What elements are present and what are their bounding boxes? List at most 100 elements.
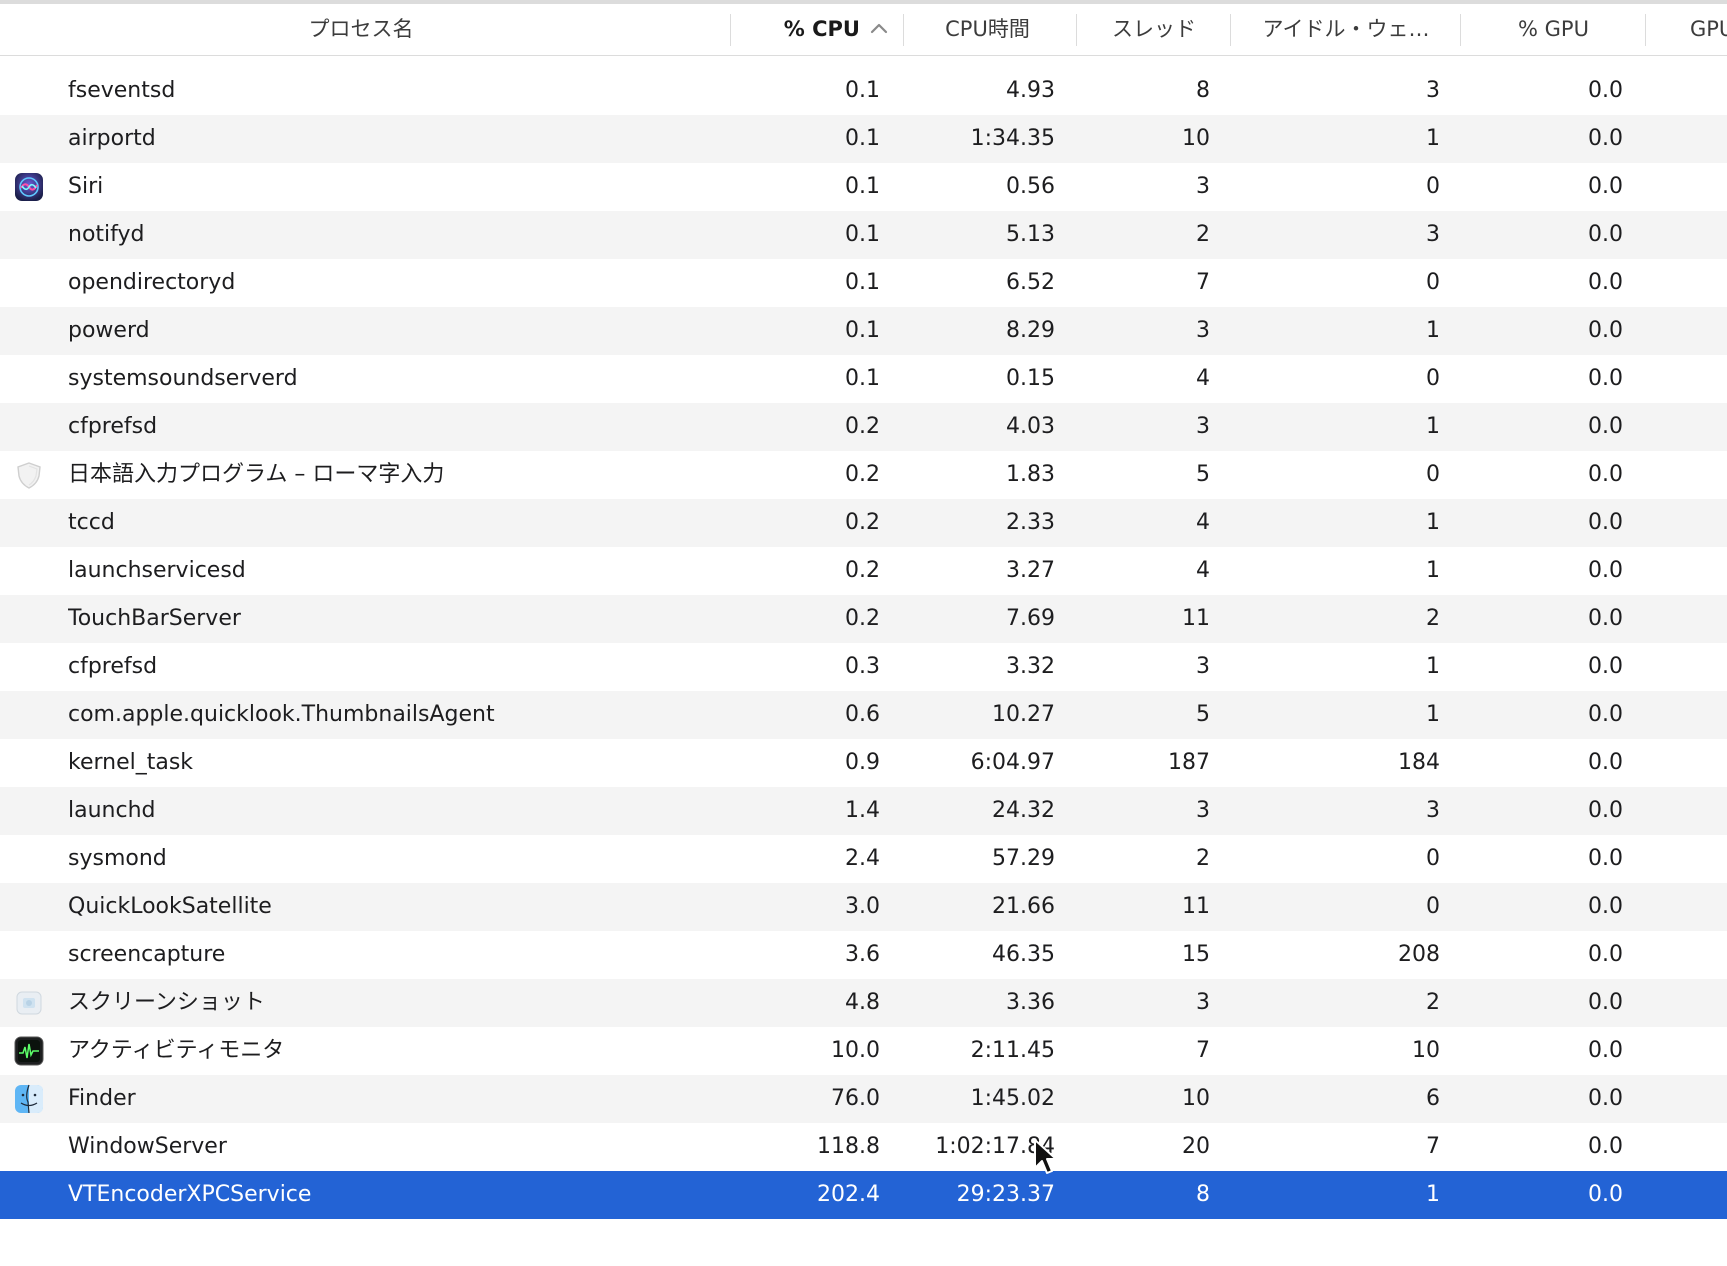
table-row[interactable]: TouchBarServer 0.2 7.69 11 2 0.0 bbox=[0, 595, 1727, 643]
column-header-gpu-time[interactable]: GPU bbox=[1690, 4, 1727, 55]
table-row[interactable]: systemsoundserverd 0.1 0.15 4 0 0.0 bbox=[0, 355, 1727, 403]
cpu-time-cell: 0.56 bbox=[1006, 174, 1055, 199]
table-row[interactable]: スクリーンショット 4.8 3.36 3 2 0.0 bbox=[0, 979, 1727, 1027]
activity-monitor-icon bbox=[14, 1036, 44, 1066]
idle-wakeups-cell: 7 bbox=[1426, 1134, 1440, 1159]
column-separator[interactable] bbox=[1645, 14, 1646, 46]
column-header-threads[interactable]: スレッド bbox=[1078, 4, 1230, 55]
table-row[interactable]: QuickLookSatellite 3.0 21.66 11 0 0.0 bbox=[0, 883, 1727, 931]
threads-cell: 4 bbox=[1196, 366, 1210, 391]
column-header-process-name[interactable]: プロセス名 bbox=[0, 4, 722, 55]
table-row[interactable]: アクティビティモニタ 10.0 2:11.45 7 10 0.0 bbox=[0, 1027, 1727, 1075]
cpu-time-cell: 3.32 bbox=[1006, 654, 1055, 679]
gpu-percent-cell: 0.0 bbox=[1588, 510, 1623, 535]
table-row[interactable]: cfprefsd 0.2 4.03 3 1 0.0 bbox=[0, 403, 1727, 451]
table-row[interactable]: VTEncoderXPCService 202.4 29:23.37 8 1 0.0 bbox=[0, 1171, 1727, 1219]
gpu-percent-cell: 0.0 bbox=[1588, 990, 1623, 1015]
cpu-percent-cell: 0.2 bbox=[845, 558, 880, 583]
cpu-time-cell: 29:23.37 bbox=[956, 1182, 1055, 1207]
cpu-time-cell: 8.29 bbox=[1006, 318, 1055, 343]
column-separator[interactable] bbox=[1076, 14, 1077, 46]
cpu-percent-cell: 0.1 bbox=[845, 270, 880, 295]
cpu-time-cell: 1:34.35 bbox=[970, 126, 1055, 151]
table-row[interactable]: launchservicesd 0.2 3.27 4 1 0.0 bbox=[0, 547, 1727, 595]
process-name-cell: systemsoundserverd bbox=[68, 366, 298, 391]
idle-wakeups-cell: 0 bbox=[1426, 174, 1440, 199]
threads-cell: 2 bbox=[1196, 846, 1210, 871]
table-row[interactable]: opendirectoryd 0.1 6.52 7 0 0.0 bbox=[0, 259, 1727, 307]
idle-wakeups-cell: 0 bbox=[1426, 462, 1440, 487]
table-header: プロセス名 % CPU CPU時間 スレッド アイドル・ウェ… % GPU GP… bbox=[0, 4, 1727, 56]
idle-wakeups-cell: 208 bbox=[1398, 942, 1440, 967]
threads-cell: 2 bbox=[1196, 222, 1210, 247]
table-row[interactable]: powerd 0.1 8.29 3 1 0.0 bbox=[0, 307, 1727, 355]
gpu-percent-cell: 0.0 bbox=[1588, 318, 1623, 343]
cpu-percent-cell: 10.0 bbox=[831, 1038, 880, 1063]
threads-cell: 11 bbox=[1182, 606, 1210, 631]
process-name-cell: アクティビティモニタ bbox=[68, 1038, 285, 1063]
cpu-percent-cell: 0.2 bbox=[845, 606, 880, 631]
table-row[interactable]: com.apple.quicklook.ThumbnailsAgent 0.6 10… bbox=[0, 691, 1727, 739]
process-name-cell: Finder bbox=[68, 1086, 136, 1111]
gpu-percent-cell: 0.0 bbox=[1588, 942, 1623, 967]
cpu-time-cell: 3.27 bbox=[1006, 558, 1055, 583]
idle-wakeups-cell: 0 bbox=[1426, 366, 1440, 391]
cpu-time-cell: 4.03 bbox=[1006, 414, 1055, 439]
table-row[interactable]: cfprefsd 0.3 3.32 3 1 0.0 bbox=[0, 643, 1727, 691]
cpu-time-cell: 3.36 bbox=[1006, 990, 1055, 1015]
cpu-percent-cell: 0.1 bbox=[845, 174, 880, 199]
cpu-time-cell: 0.15 bbox=[1006, 366, 1055, 391]
cpu-time-cell: 2.33 bbox=[1006, 510, 1055, 535]
table-row[interactable]: sysmond 2.4 57.29 2 0 0.0 bbox=[0, 835, 1727, 883]
column-header-cpu[interactable]: % CPU bbox=[740, 4, 860, 55]
gpu-percent-cell: 0.0 bbox=[1588, 462, 1623, 487]
idle-wakeups-cell: 0 bbox=[1426, 846, 1440, 871]
table-row[interactable]: launchd 1.4 24.32 3 3 0.0 bbox=[0, 787, 1727, 835]
gpu-percent-cell: 0.0 bbox=[1588, 846, 1623, 871]
process-name-cell: スクリーンショット bbox=[68, 990, 265, 1015]
threads-cell: 5 bbox=[1196, 702, 1210, 727]
column-header-cpu-time[interactable]: CPU時間 bbox=[905, 4, 1070, 55]
table-row[interactable]: 日本語入力プログラム – ローマ字入力 0.2 1.83 5 0 0.0 bbox=[0, 451, 1727, 499]
column-separator[interactable] bbox=[1460, 14, 1461, 46]
column-separator[interactable] bbox=[1230, 14, 1231, 46]
gpu-percent-cell: 0.0 bbox=[1588, 654, 1623, 679]
cpu-time-cell: 10.27 bbox=[992, 702, 1055, 727]
table-row[interactable]: airportd 0.1 1:34.35 10 1 0.0 bbox=[0, 115, 1727, 163]
table-row[interactable]: Finder 76.0 1:45.02 10 6 0.0 bbox=[0, 1075, 1727, 1123]
process-name-cell: VTEncoderXPCService bbox=[68, 1182, 312, 1207]
cpu-time-cell: 1:02:17.84 bbox=[935, 1134, 1055, 1159]
idle-wakeups-cell: 6 bbox=[1426, 1086, 1440, 1111]
process-name-cell: notifyd bbox=[68, 222, 145, 247]
column-separator[interactable] bbox=[903, 14, 904, 46]
sort-ascending-icon[interactable] bbox=[868, 18, 890, 40]
process-name-cell: screencapture bbox=[68, 942, 226, 967]
process-name-cell: powerd bbox=[68, 318, 150, 343]
cpu-time-cell: 1:45.02 bbox=[970, 1086, 1055, 1111]
table-row[interactable]: WindowServer 118.8 1:02:17.84 20 7 0.0 bbox=[0, 1123, 1727, 1171]
table-row[interactable]: screencapture 3.6 46.35 15 208 0.0 bbox=[0, 931, 1727, 979]
table-row[interactable]: kernel_task 0.9 6:04.97 187 184 0.0 bbox=[0, 739, 1727, 787]
idle-wakeups-cell: 0 bbox=[1426, 894, 1440, 919]
cpu-time-cell: 57.29 bbox=[992, 846, 1055, 871]
process-name-cell: airportd bbox=[68, 126, 156, 151]
process-name-cell: 日本語入力プログラム – ローマ字入力 bbox=[68, 462, 445, 487]
column-separator[interactable] bbox=[730, 14, 731, 46]
gpu-percent-cell: 0.0 bbox=[1588, 1038, 1623, 1063]
cpu-time-cell: 1.83 bbox=[1006, 462, 1055, 487]
threads-cell: 8 bbox=[1196, 1182, 1210, 1207]
process-name-cell: TouchBarServer bbox=[68, 606, 241, 631]
gpu-percent-cell: 0.0 bbox=[1588, 558, 1623, 583]
table-row[interactable]: fseventsd 0.1 4.93 8 3 0.0 bbox=[0, 67, 1727, 115]
gpu-percent-cell: 0.0 bbox=[1588, 78, 1623, 103]
column-header-idle-wakeups[interactable]: アイドル・ウェ… bbox=[1232, 4, 1460, 55]
table-row[interactable]: tccd 0.2 2.33 4 1 0.0 bbox=[0, 499, 1727, 547]
idle-wakeups-cell: 3 bbox=[1426, 798, 1440, 823]
cpu-percent-cell: 0.1 bbox=[845, 78, 880, 103]
threads-cell: 4 bbox=[1196, 510, 1210, 535]
gpu-percent-cell: 0.0 bbox=[1588, 894, 1623, 919]
table-row[interactable]: Siri 0.1 0.56 3 0 0.0 bbox=[0, 163, 1727, 211]
threads-cell: 7 bbox=[1196, 270, 1210, 295]
table-row[interactable]: notifyd 0.1 5.13 2 3 0.0 bbox=[0, 211, 1727, 259]
column-header-gpu[interactable]: % GPU bbox=[1462, 4, 1645, 55]
